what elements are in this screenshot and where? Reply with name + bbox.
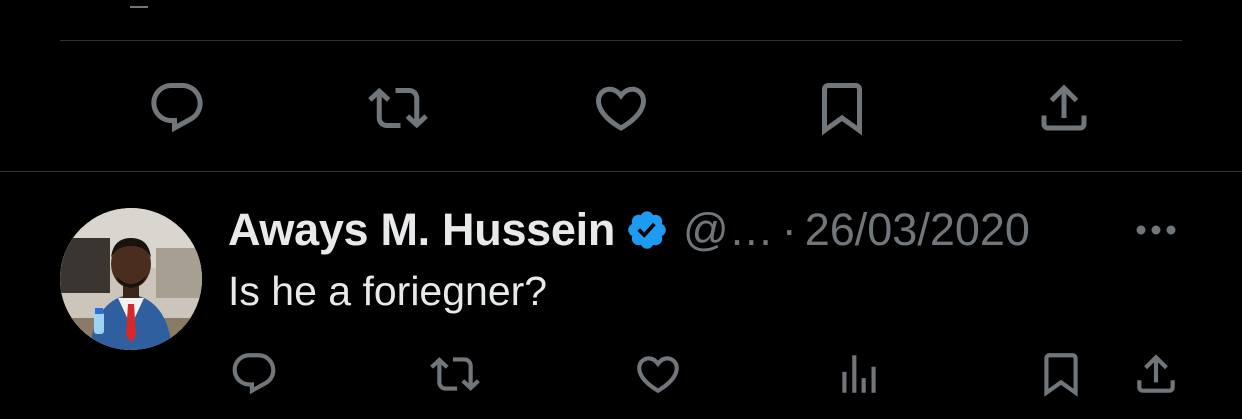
retweet-icon [368, 87, 428, 129]
share-icon [1041, 84, 1087, 131]
reply-button[interactable] [139, 70, 215, 146]
bookmark-icon [822, 83, 862, 136]
tweet-header: Aways M. Hussein @… · 26/03/2020 [228, 202, 1030, 258]
avatar[interactable] [60, 208, 202, 350]
separator: · [781, 204, 797, 255]
divider [60, 40, 1182, 41]
views-chart-icon [842, 355, 876, 393]
timestamp[interactable]: 26/03/2020 [805, 204, 1030, 256]
retweet-button[interactable] [425, 344, 485, 404]
bookmark-icon [1044, 353, 1078, 397]
reply-action-bar [0, 344, 1242, 404]
share-button[interactable] [1026, 70, 1102, 146]
reply-button[interactable] [224, 344, 284, 404]
display-name[interactable]: Aways M. Hussein [228, 204, 615, 256]
views-button[interactable] [829, 344, 889, 404]
reply-icon [232, 353, 276, 395]
previous-tweet-text-fragment [130, 0, 430, 8]
heart-icon [595, 86, 647, 131]
reply-icon [151, 83, 203, 133]
share-button[interactable] [1126, 344, 1186, 404]
verified-badge-icon[interactable] [625, 208, 669, 252]
retweet-button[interactable] [360, 70, 436, 146]
tweet-text: Is he a foriegner? [228, 268, 548, 314]
handle[interactable]: @… [683, 204, 774, 256]
like-button[interactable] [583, 70, 659, 146]
top-tweet-action-bar [0, 70, 1242, 146]
share-icon [1137, 354, 1175, 393]
profile-photo [60, 208, 202, 350]
like-button[interactable] [628, 344, 688, 404]
bookmark-button[interactable] [1031, 344, 1091, 404]
retweet-icon [430, 357, 480, 391]
reply-tweet[interactable]: Aways M. Hussein @… · 26/03/2020 Is he a… [0, 172, 1242, 419]
bookmark-button[interactable] [804, 70, 880, 146]
heart-icon [637, 356, 679, 394]
more-icon [1136, 225, 1176, 235]
more-options-button[interactable] [1128, 210, 1184, 250]
